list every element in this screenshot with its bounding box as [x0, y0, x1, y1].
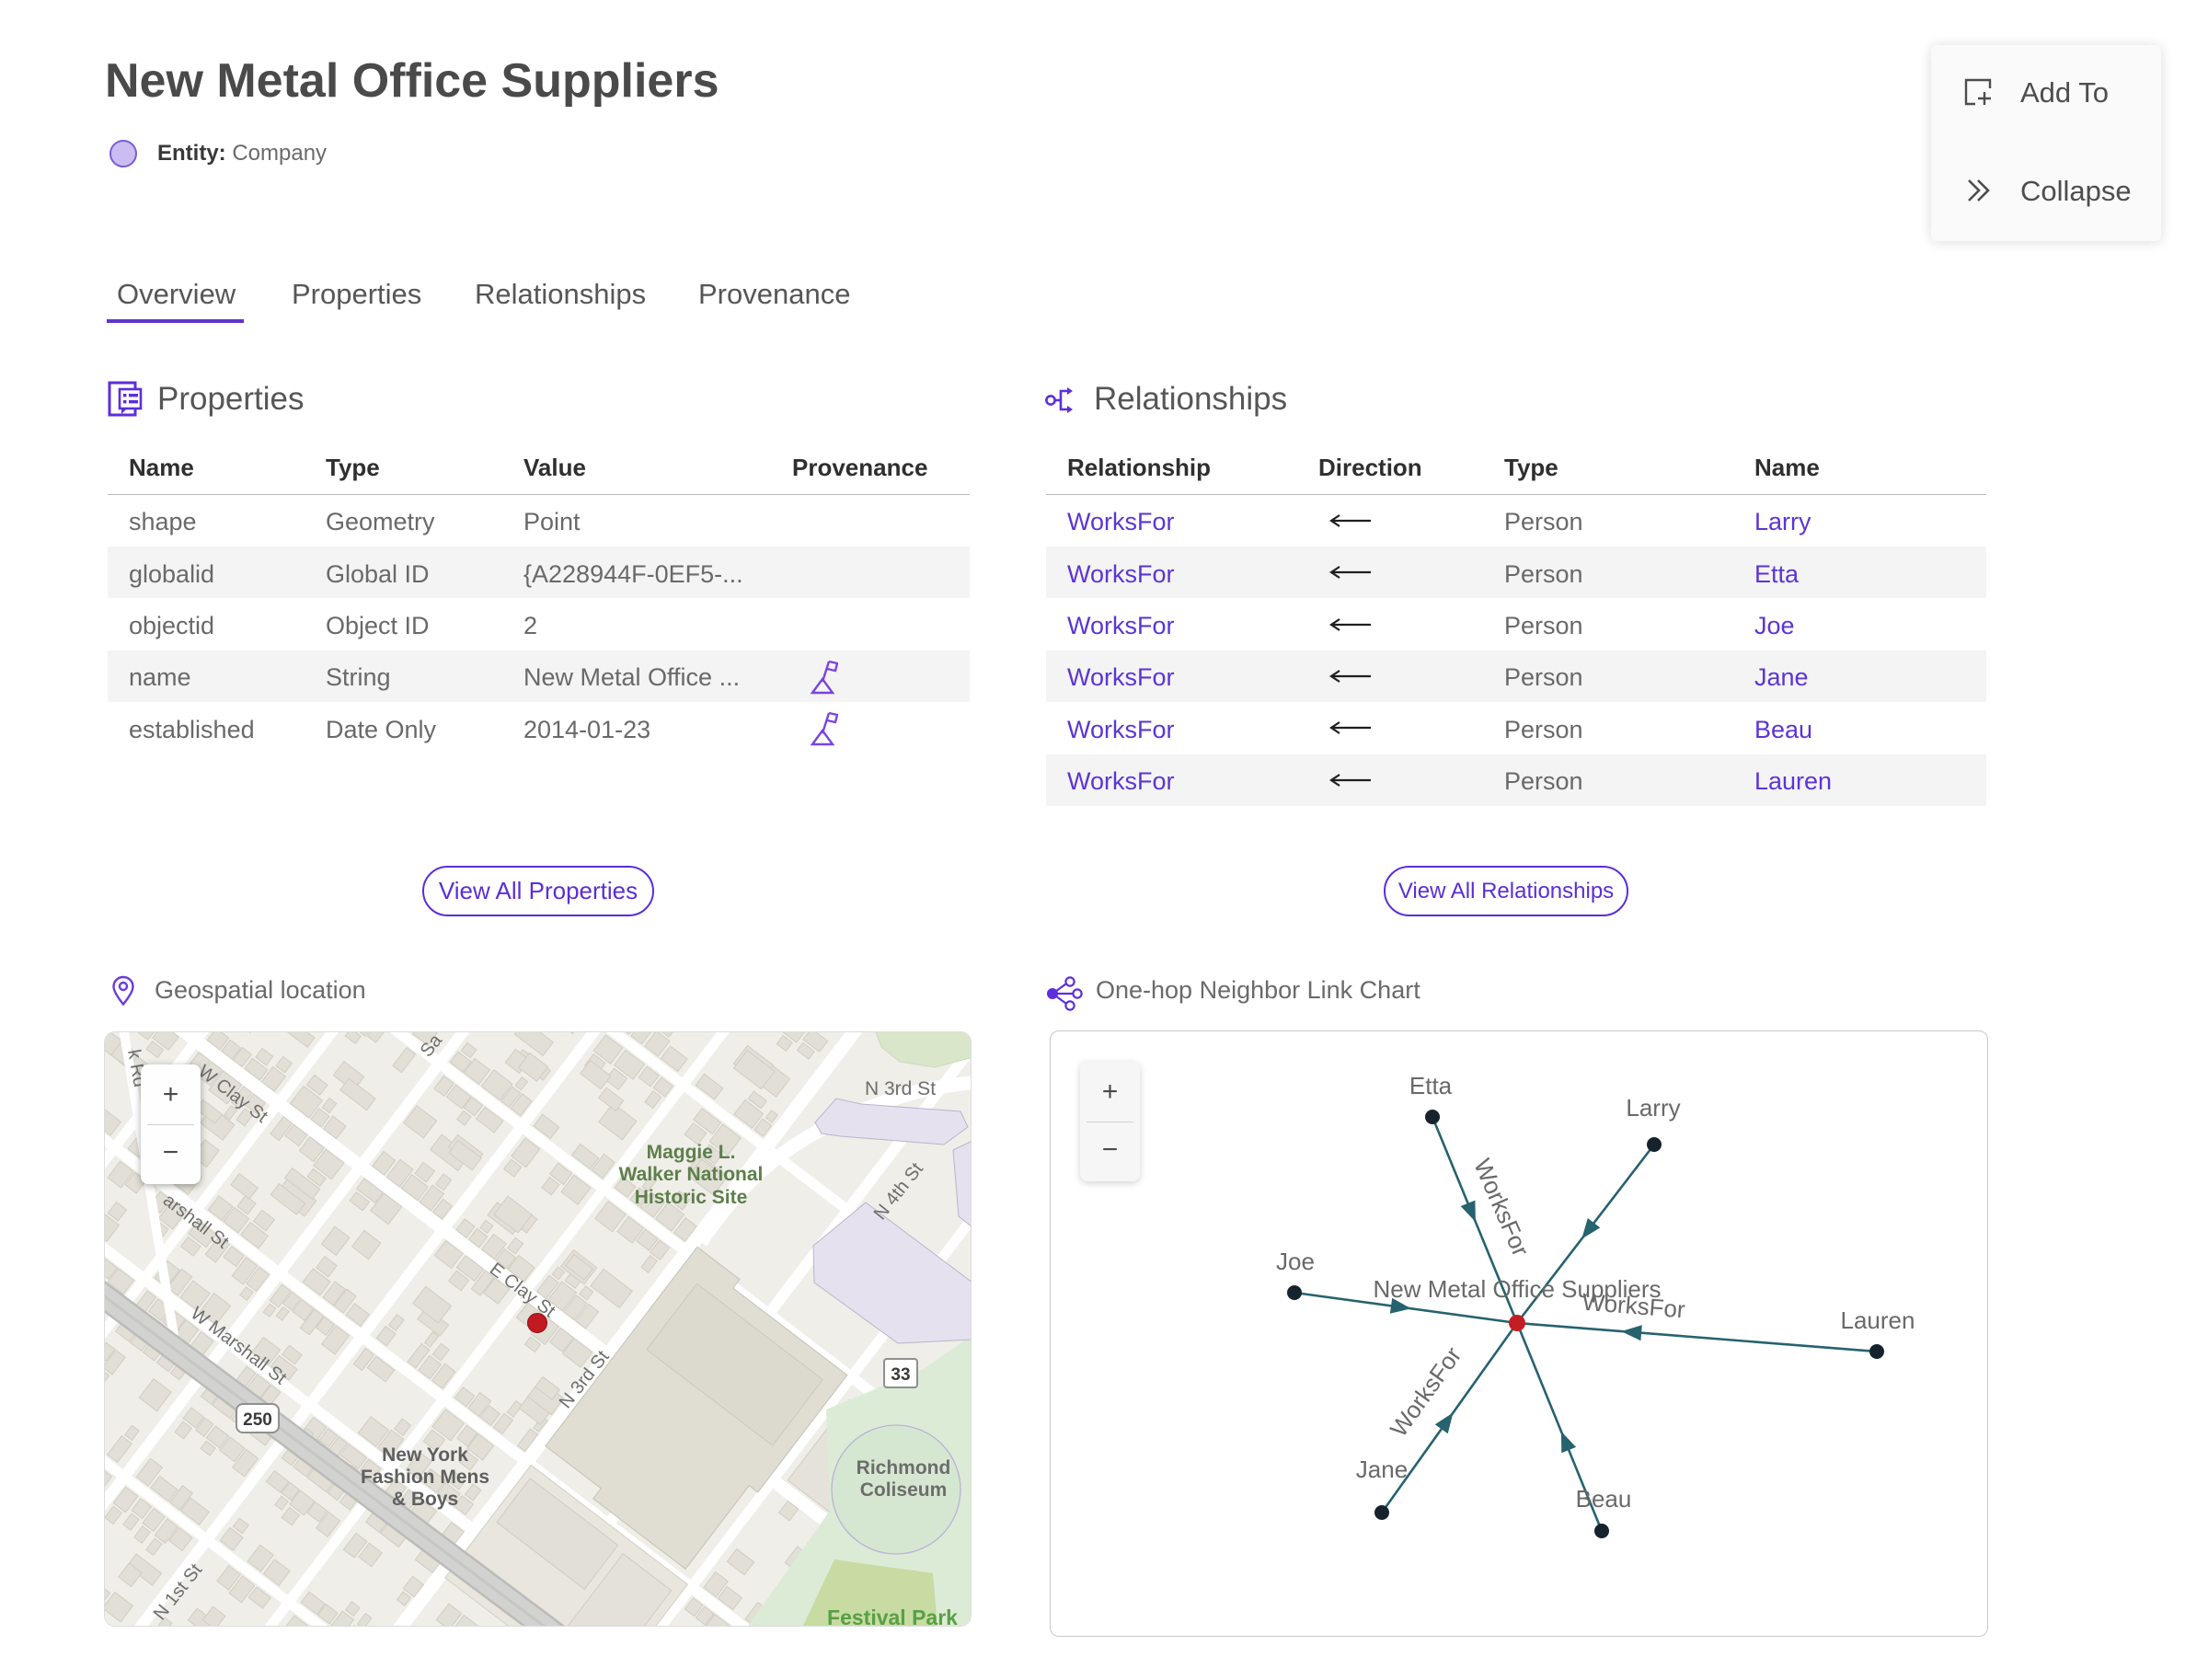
svg-text:33: 33	[891, 1365, 910, 1385]
svg-text:Richmond: Richmond	[857, 1457, 951, 1479]
svg-text:Beau: Beau	[1576, 1485, 1632, 1513]
svg-text:Coliseum: Coliseum	[860, 1479, 948, 1501]
svg-text:Etta: Etta	[1409, 1072, 1453, 1099]
svg-text:Larry: Larry	[1626, 1094, 1680, 1122]
svg-text:Lauren: Lauren	[1841, 1306, 1915, 1334]
svg-text:WorksFor: WorksFor	[1581, 1288, 1687, 1324]
svg-text:Jane: Jane	[1356, 1456, 1408, 1483]
svg-text:Walker National: Walker National	[619, 1164, 764, 1185]
svg-text:Joe: Joe	[1276, 1248, 1315, 1275]
svg-text:Maggie L.: Maggie L.	[647, 1142, 736, 1163]
svg-text:Historic Site: Historic Site	[635, 1187, 748, 1208]
svg-text:WorksFor: WorksFor	[1385, 1341, 1467, 1442]
svg-text:Festival Park: Festival Park	[827, 1605, 958, 1627]
svg-text:& Boys: & Boys	[392, 1489, 458, 1510]
svg-text:WorksFor: WorksFor	[1468, 1155, 1535, 1260]
svg-text:250: 250	[243, 1410, 272, 1430]
svg-text:Fashion Mens: Fashion Mens	[361, 1467, 489, 1488]
svg-text:New York: New York	[382, 1444, 468, 1466]
svg-text:N 3rd St: N 3rd St	[865, 1078, 936, 1099]
